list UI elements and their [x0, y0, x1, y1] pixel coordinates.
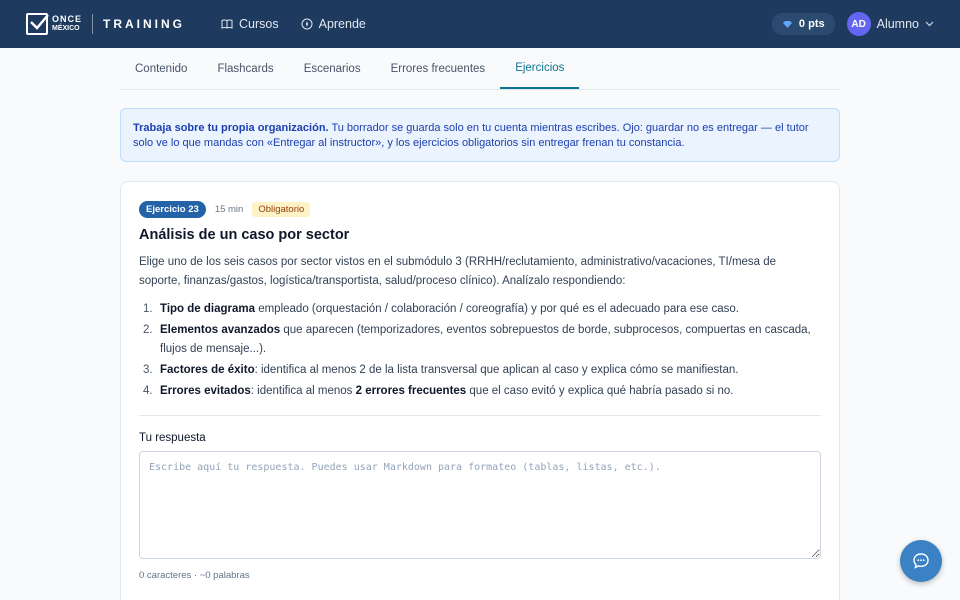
list-item-rest: : identifica al menos: [250, 385, 356, 397]
points-text: 0 pts: [798, 18, 825, 30]
book-icon: [221, 19, 233, 29]
user-name: Alumno: [876, 17, 919, 31]
list-item-text: Tipo de diagrama empleado (orquestación …: [160, 300, 820, 319]
list-item-number: 2.: [143, 324, 153, 336]
avatar: AD: [846, 12, 871, 36]
logo-wordmark: ONCE MÉXICO: [52, 15, 82, 33]
nav-cursos-label: Cursos: [239, 17, 279, 31]
points-badge[interactable]: 0 pts: [771, 13, 835, 35]
list-item-rest: : identifica al menos 2 de la lista tran…: [254, 364, 739, 376]
tab-ejercicios[interactable]: Ejercicios: [500, 48, 580, 89]
list-item-number: 1.: [143, 303, 153, 315]
logo-training-text: TRAINING: [103, 17, 186, 31]
list-item: 4. Errores evitados: identifica al menos…: [139, 382, 821, 401]
list-item-bold: Elementos avanzados: [160, 324, 281, 336]
nav-cursos[interactable]: Cursos: [221, 17, 279, 31]
top-navbar: ONCE MÉXICO TRAINING Cursos Aprende 0 pt…: [0, 0, 960, 48]
list-item-text: Errores evitados: identifica al menos 2 …: [160, 382, 820, 401]
word-counter: 0 caracteres · ~0 palabras: [139, 570, 250, 581]
logo-check-icon: [26, 13, 49, 35]
response-textarea[interactable]: [139, 451, 821, 559]
list-item-text: Elementos avanzados que aparecen (tempor…: [160, 321, 820, 359]
tab-contenido[interactable]: Contenido: [120, 48, 202, 89]
user-menu[interactable]: AD Alumno: [846, 12, 934, 36]
list-item-text: Factores de éxito: identifica al menos 2…: [160, 361, 820, 380]
exercise-duration: 15 min: [214, 203, 244, 215]
tab-errores-frecuentes[interactable]: Errores frecuentes: [376, 48, 501, 89]
tab-escenarios[interactable]: Escenarios: [289, 48, 376, 89]
exercise-title: Análisis de un caso por sector: [139, 227, 350, 243]
list-item-bold: Errores evitados: [160, 385, 251, 397]
gem-icon: [782, 20, 792, 28]
exercise-description: Elige uno de los seis casos por sector v…: [139, 256, 777, 287]
exercise-meta: Ejercicio 23 15 min Obligatorio: [139, 200, 821, 218]
header-right: 0 pts AD Alumno: [771, 12, 934, 36]
response-label: Tu respuesta: [139, 432, 206, 444]
list-item-bold: Tipo de diagrama: [160, 303, 256, 315]
logo-top-text: ONCE: [52, 14, 83, 24]
list-item: 1. Tipo de diagrama empleado (orquestaci…: [139, 300, 821, 319]
compass-icon: [301, 18, 313, 30]
content-tabs: Contenido Flashcards Escenarios Errores …: [120, 48, 840, 90]
exercise-questions: 1. Tipo de diagrama empleado (orquestaci…: [139, 300, 821, 401]
tab-flashcards[interactable]: Flashcards: [202, 48, 288, 89]
list-item: 2. Elementos avanzados que aparecen (tem…: [139, 321, 821, 359]
nav-aprende-label: Aprende: [318, 17, 366, 31]
chevron-down-icon: [925, 21, 934, 27]
exercise-number-badge: Ejercicio 23: [139, 200, 206, 218]
list-item-number: 3.: [143, 364, 153, 376]
divider: [139, 415, 821, 416]
info-notice: Trabaja sobre tu propia organización. Tu…: [120, 108, 840, 162]
chat-button[interactable]: [900, 540, 942, 582]
notice-strong: Trabaja sobre tu propia organización.: [133, 122, 329, 134]
logo-divider: [92, 14, 94, 34]
list-item-rest-2: que el caso evitó y explica qué habría p…: [466, 385, 734, 397]
required-badge: Obligatorio: [252, 201, 311, 217]
brand-logo[interactable]: ONCE MÉXICO TRAINING: [26, 13, 185, 35]
main-nav: Cursos Aprende: [221, 17, 366, 31]
logo-bottom-text: MÉXICO: [52, 25, 80, 32]
list-item-bold: Factores de éxito: [160, 364, 255, 376]
list-item-rest: empleado (orquestación / colaboración / …: [255, 303, 739, 315]
list-item-number: 4.: [143, 385, 153, 397]
list-item: 3. Factores de éxito: identifica al meno…: [139, 361, 821, 380]
list-item-bold-2: 2 errores frecuentes: [355, 385, 467, 397]
nav-aprende[interactable]: Aprende: [301, 17, 366, 31]
exercise-card: Ejercicio 23 15 min Obligatorio Análisis…: [120, 181, 840, 600]
chat-icon: [913, 553, 929, 569]
